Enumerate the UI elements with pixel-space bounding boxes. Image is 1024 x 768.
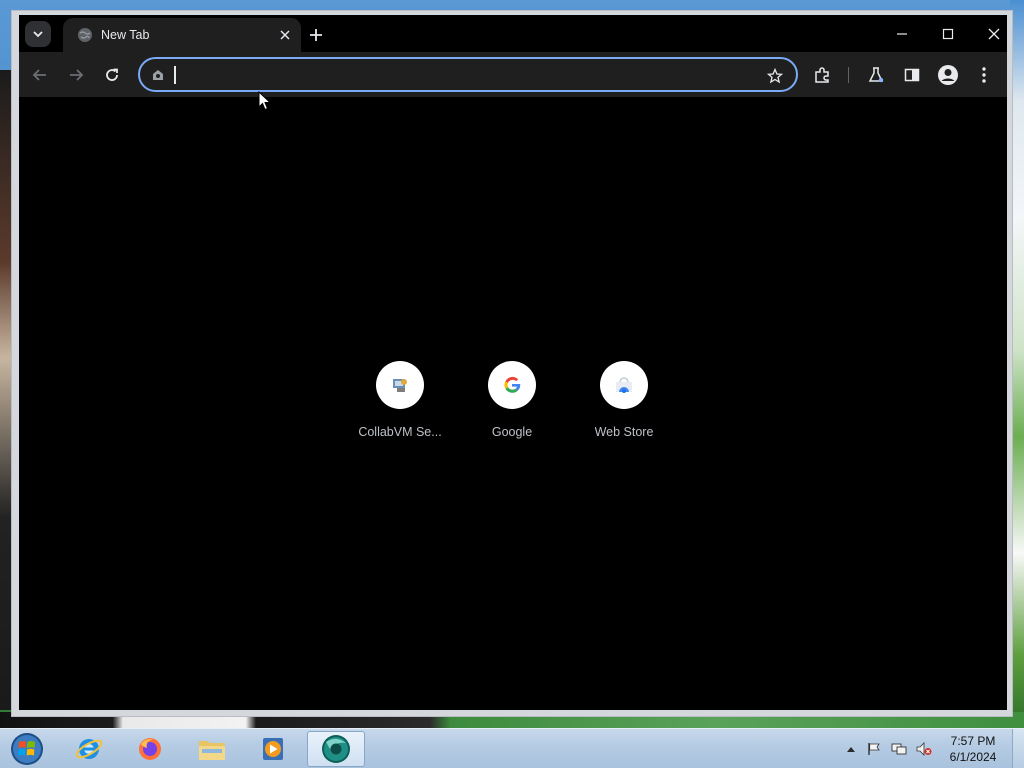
taskbar-firefox[interactable] [121,731,179,767]
taskbar-media-player[interactable] [244,731,302,767]
flask-icon [868,67,884,83]
close-window-button[interactable] [971,15,1017,52]
windows-logo-icon [11,733,43,765]
taskbar-chrome[interactable] [307,731,365,767]
puzzle-icon [815,67,829,83]
tab-close-button[interactable] [273,23,297,47]
network-icon [891,743,907,755]
shortcut-label: Web Store [594,425,654,439]
extensions-button[interactable] [807,60,837,90]
menu-button[interactable] [969,60,999,90]
mouse-cursor-icon [258,91,272,111]
reload-button[interactable] [97,60,127,90]
arrow-left-icon [32,69,46,81]
close-icon [988,28,1000,39]
tab-search-button[interactable] [25,21,51,47]
side-panel-button[interactable] [897,60,927,90]
internet-explorer-icon [75,739,103,759]
taskbar-internet-explorer[interactable] [60,731,118,767]
maximize-icon [942,28,954,39]
chevron-up-icon [847,747,855,752]
profile-button[interactable] [933,60,963,90]
chevron-down-icon [33,31,43,38]
volume-muted-icon [916,742,932,756]
tab-new-tab[interactable]: New Tab [63,18,301,52]
tab-title: New Tab [101,28,150,42]
toolbar [19,52,1007,97]
tray-network[interactable] [888,729,910,768]
shortcut-label: Google [491,425,533,439]
toolbar-divider [848,67,849,83]
address-bar[interactable] [138,57,798,92]
flag-icon [868,743,880,755]
web-store-icon [600,361,648,409]
site-info-icon[interactable] [148,65,168,85]
plus-icon [310,29,322,41]
shortcut-google[interactable]: Google [456,360,568,450]
text-cursor [174,66,176,84]
collabvm-icon [376,361,424,409]
taskbar: 7:57 PM 6/1/2024 [0,728,1024,768]
back-button[interactable] [25,60,55,90]
browser-window: New Tab CollabVM Se... Google Web Store [11,10,1013,717]
firefox-icon [139,738,161,760]
reload-icon [106,68,118,81]
bookmark-star-button[interactable] [764,65,786,87]
shortcut-web-store[interactable]: Web Store [568,360,680,450]
tray-volume[interactable] [912,729,936,768]
file-explorer-icon [199,741,225,760]
new-tab-page: CollabVM Se... Google Web Store [19,97,1007,710]
shortcut-collabvm[interactable]: CollabVM Se... [344,360,456,450]
star-icon [767,68,783,84]
minimize-button[interactable] [879,15,925,52]
taskbar-file-explorer[interactable] [183,731,241,767]
show-desktop-button[interactable] [1012,729,1024,768]
minimize-icon [897,32,907,35]
avatar-icon [938,65,958,85]
side-panel-icon [904,68,920,82]
new-tab-button[interactable] [304,23,328,47]
forward-button[interactable] [61,60,91,90]
start-button[interactable] [6,730,48,768]
labs-button[interactable] [861,60,891,90]
maximize-button[interactable] [925,15,971,52]
google-icon [488,361,536,409]
globe-icon [78,28,92,42]
clock-date: 6/1/2024 [949,750,997,764]
shortcut-label: CollabVM Se... [358,425,442,439]
more-vertical-icon [982,67,986,83]
chrome-icon [322,735,350,763]
clock-time: 7:57 PM [950,734,996,748]
show-hidden-icons-button[interactable] [844,729,858,768]
close-icon [280,30,290,40]
arrow-right-icon [70,69,84,81]
media-player-icon [263,738,283,760]
tray-action-center[interactable] [864,729,884,768]
title-bar[interactable]: New Tab [19,15,1007,52]
system-clock[interactable]: 7:57 PM 6/1/2024 [940,733,1006,765]
address-input[interactable] [172,63,752,87]
